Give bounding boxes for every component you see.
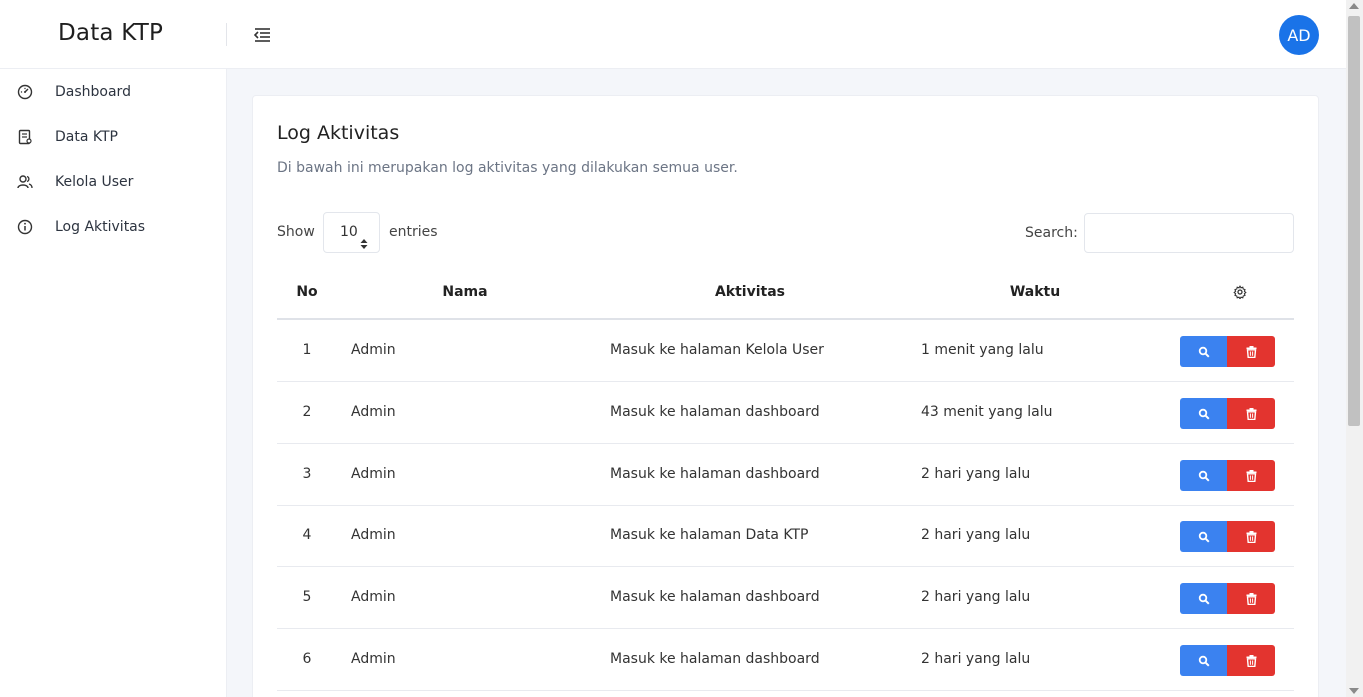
search-icon [1198,470,1210,482]
page-scrollbar-thumb[interactable] [1348,16,1360,426]
cell-aktivitas: Masuk ke halaman dashboard [610,589,820,605]
users-icon [16,173,34,191]
search-icon [1198,593,1210,605]
table-row: 2 Admin Masuk ke halaman dashboard 43 me… [277,382,1294,444]
cell-aktivitas: Masuk ke halaman Data KTP [610,527,809,543]
search-icon [1198,531,1210,543]
search-label: Search: [1025,225,1078,241]
top-navbar: Data KTP AD [0,0,1346,69]
page-description: Di bawah ini merupakan log aktivitas yan… [277,160,738,176]
cell-no: 6 [302,651,312,667]
cell-waktu: 2 hari yang lalu [921,466,1031,482]
app-title[interactable]: Data KTP [58,20,163,46]
sidebar-item-label: Dashboard [55,84,131,100]
table-row: 3 Admin Masuk ke halaman dashboard 2 har… [277,444,1294,506]
trash-icon [1246,530,1256,543]
cell-aktivitas: Masuk ke halaman dashboard [610,651,820,667]
sidebar-item-kelola-user[interactable]: Kelola User [0,160,226,205]
column-header-waktu[interactable]: Waktu [985,284,1085,300]
cell-no: 5 [302,589,312,605]
info-icon [16,218,34,236]
delete-button[interactable] [1227,460,1275,491]
column-header-nama[interactable]: Nama [405,284,525,300]
trash-icon [1246,654,1256,667]
cell-waktu: 2 hari yang lalu [921,651,1031,667]
table-row: 4 Admin Masuk ke halaman Data KTP 2 hari… [277,505,1294,567]
cell-no: 1 [302,342,312,358]
cell-no: 4 [302,527,312,543]
table-row: 6 Admin Masuk ke halaman dashboard 2 har… [277,629,1294,691]
search-icon [1198,346,1210,358]
delete-button[interactable] [1227,521,1275,552]
trash-icon [1246,407,1256,420]
column-header-aktivitas[interactable]: Aktivitas [680,284,820,300]
search-icon [1198,408,1210,420]
sidebar-item-dashboard[interactable]: Dashboard [0,70,226,115]
sidebar-item-label: Log Aktivitas [55,219,146,235]
scroll-down-arrow-icon[interactable] [1349,688,1359,694]
delete-button[interactable] [1227,398,1275,429]
document-icon [16,128,34,146]
trash-icon [1246,469,1256,482]
entries-label: entries [389,224,438,240]
trash-icon [1246,592,1256,605]
user-avatar[interactable]: AD [1279,15,1319,55]
cell-nama: Admin [351,342,396,358]
view-button[interactable] [1180,645,1227,676]
cell-nama: Admin [351,466,396,482]
cell-nama: Admin [351,651,396,667]
table-row: 1 Admin Masuk ke halaman Kelola User 1 m… [277,320,1294,382]
view-button[interactable] [1180,460,1227,491]
cell-nama: Admin [351,527,396,543]
cell-no: 2 [302,404,312,420]
page-title: Log Aktivitas [277,122,400,144]
search-input[interactable] [1084,213,1294,253]
cell-waktu: 2 hari yang lalu [921,527,1031,543]
delete-button[interactable] [1227,583,1275,614]
cell-waktu: 1 menit yang lalu [921,342,1044,358]
show-label: Show [277,224,315,240]
view-button[interactable] [1180,336,1227,367]
entries-length-select[interactable]: 10 [323,212,380,253]
view-button[interactable] [1180,398,1227,429]
gear-icon [1232,285,1248,303]
cell-waktu: 43 menit yang lalu [921,404,1053,420]
entries-length-value: 10 [340,224,358,240]
cell-aktivitas: Masuk ke halaman dashboard [610,466,820,482]
column-header-no[interactable]: No [277,284,337,300]
cell-nama: Admin [351,404,396,420]
sidebar-item-label: Data KTP [55,129,118,145]
table-row: 5 Admin Masuk ke halaman dashboard 2 har… [277,567,1294,629]
search-icon [1198,655,1210,667]
cell-aktivitas: Masuk ke halaman dashboard [610,404,820,420]
scroll-up-arrow-icon[interactable] [1349,3,1359,9]
divider [226,23,227,46]
cell-nama: Admin [351,589,396,605]
sidebar-item-label: Kelola User [55,174,134,190]
sidebar-item-data-ktp[interactable]: Data KTP [0,115,226,160]
sidebar-item-log-aktivitas[interactable]: Log Aktivitas [0,205,226,250]
sidebar: Dashboard Data KTP Kelola User Log Aktiv… [0,69,227,697]
trash-icon [1246,345,1256,358]
delete-button[interactable] [1227,645,1275,676]
dashboard-icon [16,83,34,101]
view-button[interactable] [1180,583,1227,614]
sort-caret-icon [360,227,368,249]
delete-button[interactable] [1227,336,1275,367]
cell-aktivitas: Masuk ke halaman Kelola User [610,342,824,358]
menu-toggle-icon[interactable] [251,24,273,46]
view-button[interactable] [1180,521,1227,552]
cell-waktu: 2 hari yang lalu [921,589,1031,605]
cell-no: 3 [302,466,312,482]
